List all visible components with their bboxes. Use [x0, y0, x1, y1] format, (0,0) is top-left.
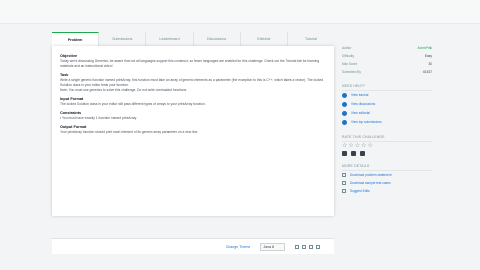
meta-submitted-by: Submitted By 61537 [342, 70, 432, 74]
tab-discussions[interactable]: Discussions [194, 32, 241, 46]
editorial-icon [342, 111, 347, 116]
challenge-sidebar: Author AvmnPrtlk Difficulty Easy Max Score… [342, 44, 432, 195]
edit-icon [342, 189, 346, 193]
tab-problem[interactable]: Problem [52, 32, 100, 46]
constraints-text: • You must have exactly 1 function named… [60, 116, 137, 120]
meta-author: Author AvmnPrtlk [342, 46, 432, 50]
output-format-text: Your printArray function should print ea… [60, 130, 199, 134]
meta-difficulty: Difficulty Easy [342, 54, 432, 58]
download-icon [342, 181, 346, 185]
suggest-edits-link[interactable]: Suggest Edits [342, 187, 432, 195]
rating-stars[interactable]: ☆☆☆☆☆ [342, 142, 432, 151]
settings-icon[interactable] [295, 244, 299, 249]
download-testcases-link[interactable]: Download sample test cases [342, 179, 432, 187]
editor-tool-icons [295, 244, 320, 249]
help-link-discussions[interactable]: View discussions [342, 100, 432, 109]
help-link-editorial[interactable]: View editorial [342, 109, 432, 118]
help-section-title: NEED HELP? [342, 82, 432, 91]
editor-toolbar: Change Theme Java 8 [52, 238, 334, 254]
more-details-title: MORE DETAILS [342, 162, 432, 171]
expand-icon[interactable] [316, 244, 320, 249]
twitter-icon[interactable] [342, 151, 347, 156]
tab-editorial[interactable]: Editorial [241, 32, 288, 46]
share-icons [342, 151, 432, 156]
tutorial-icon [342, 93, 347, 98]
rate-section-title: RATE THIS CHALLENGE [342, 133, 432, 142]
discussions-icon [342, 102, 347, 107]
top-submissions-icon [342, 120, 347, 125]
reset-icon[interactable] [309, 244, 313, 249]
objective-text: Today we're discussing Generics; be awar… [60, 59, 320, 68]
facebook-icon[interactable] [351, 151, 356, 156]
problem-tabs: Problem Submissions Leaderboard Discussi… [52, 32, 334, 46]
tab-leaderboard[interactable]: Leaderboard [146, 32, 194, 46]
top-navigation-bar [0, 0, 480, 24]
linkedin-icon[interactable] [360, 151, 365, 156]
change-theme-link[interactable]: Change Theme [226, 245, 251, 249]
help-link-tutorial[interactable]: View tutorial [342, 91, 432, 100]
download-icon [342, 173, 346, 177]
input-format-text: The locked Solution class in your editor… [60, 102, 206, 106]
tab-tutorial[interactable]: Tutorial [288, 32, 334, 46]
note-text: Note: You must use generics to solve thi… [60, 88, 188, 92]
tab-submissions[interactable]: Submissions [99, 32, 147, 46]
help-link-top-submissions[interactable]: View top submissions [342, 118, 432, 127]
download-statement-link[interactable]: Download problem statement [342, 171, 432, 179]
meta-max-score: Max Score 30 [342, 62, 432, 66]
problem-statement: Objective Today we're discussing Generic… [52, 46, 334, 216]
language-select[interactable]: Java 8 [260, 242, 285, 251]
fullscreen-icon[interactable] [302, 244, 306, 249]
task-text: Write a single generic function named pr… [60, 78, 324, 87]
